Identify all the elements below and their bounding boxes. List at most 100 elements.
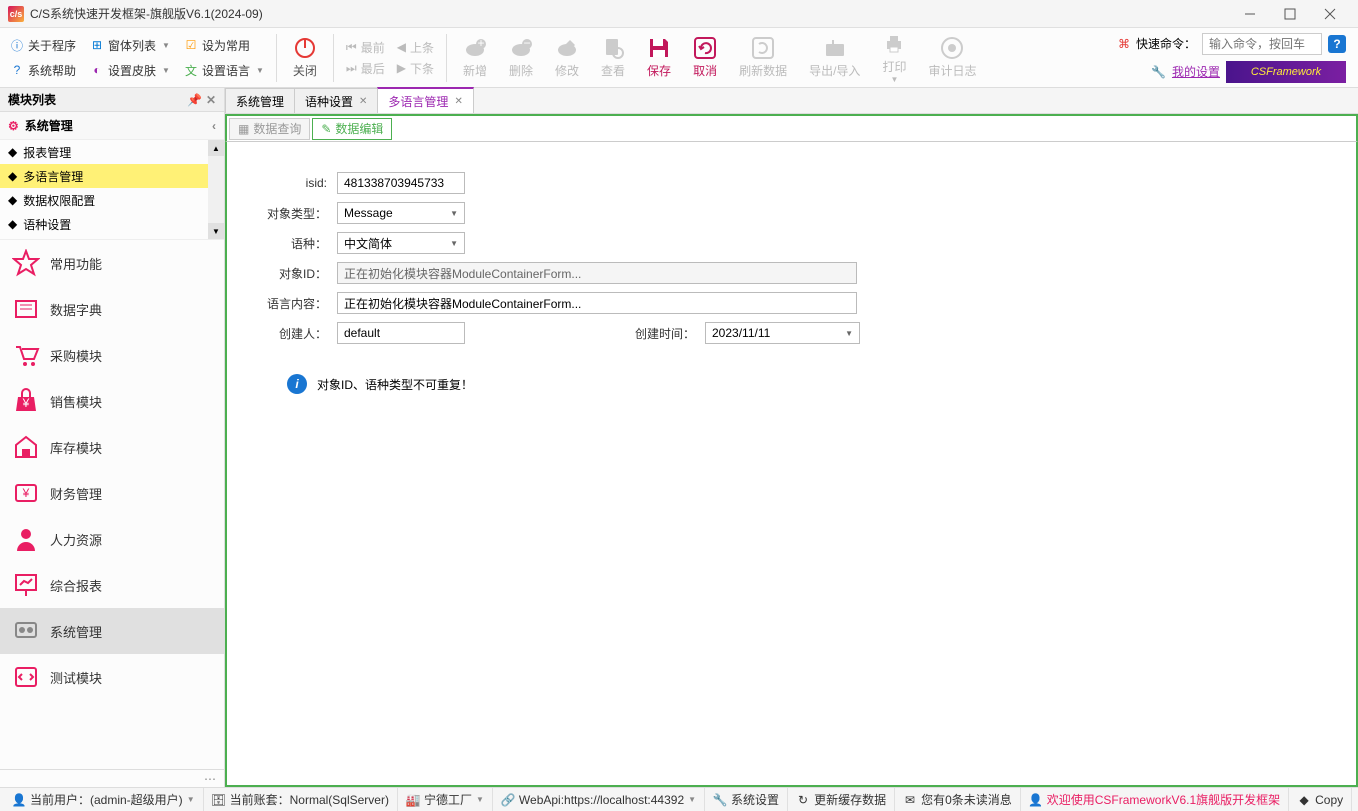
about-menu[interactable]: ⓘ关于程序	[4, 35, 82, 56]
window-list-menu[interactable]: ⊞窗体列表▼	[84, 35, 176, 56]
isid-input[interactable]	[337, 172, 465, 194]
windows-icon: ⊞	[90, 38, 104, 52]
star-icon	[12, 249, 40, 277]
close-tool-button[interactable]: 关闭	[283, 32, 327, 83]
status-webapi[interactable]: 🔗WebApi:https://localhost:44392▼	[493, 788, 705, 811]
save-button[interactable]: 保存	[637, 32, 681, 83]
scroll-down-icon[interactable]: ▼	[208, 223, 224, 239]
maximize-button[interactable]	[1270, 0, 1310, 28]
tree-item-langset[interactable]: ◆语种设置	[0, 212, 224, 236]
sidebar-section[interactable]: ⚙ 系统管理 ‹	[0, 112, 224, 140]
module-report[interactable]: 综合报表	[0, 562, 224, 608]
cart-icon	[12, 341, 40, 369]
tab-multilang[interactable]: 多语言管理✕	[377, 87, 473, 113]
link-icon: 🔗	[501, 793, 515, 807]
subtab-query[interactable]: ▦数据查询	[229, 118, 310, 140]
tree-item-multilang[interactable]: ◆ 多语言管理	[0, 164, 224, 188]
tree-item-dataperm[interactable]: ◆数据权限配置	[0, 188, 224, 212]
subtab-edit[interactable]: ✎数据编辑	[312, 118, 392, 140]
set-common-menu[interactable]: ☑设为常用	[178, 35, 256, 56]
nav-last[interactable]: ⏭最后	[340, 59, 391, 78]
lang-content-input[interactable]	[337, 292, 857, 314]
status-settings[interactable]: 🔧系统设置	[705, 788, 788, 811]
module-common[interactable]: 常用功能	[0, 240, 224, 286]
cube-icon: ◆	[8, 217, 17, 231]
scroll-track[interactable]	[208, 156, 224, 223]
status-factory[interactable]: 🏭宁德工厂▼	[398, 788, 493, 811]
status-account[interactable]: 🗄当前账套：Normal(SqlServer)	[204, 788, 398, 811]
nav-next[interactable]: ▶下条	[391, 59, 440, 78]
pin-icon[interactable]: 📌	[187, 93, 202, 107]
tree-item-report[interactable]: ◆报表管理	[0, 140, 224, 164]
quick-command-input[interactable]	[1202, 33, 1322, 55]
scroll-up-icon[interactable]: ▲	[208, 140, 224, 156]
status-unread[interactable]: ✉您有0条未读消息	[895, 788, 1021, 811]
about-label: 关于程序	[28, 37, 76, 54]
tree-item-label: 多语言管理	[23, 168, 83, 185]
add-button[interactable]: +新增	[453, 32, 497, 83]
nav-prev[interactable]: ◀上条	[391, 38, 440, 57]
close-icon[interactable]: ✕	[359, 96, 367, 107]
my-settings-link[interactable]: 我的设置	[1172, 63, 1220, 80]
status-cache[interactable]: ↻更新缓存数据	[788, 788, 895, 811]
close-button[interactable]	[1310, 0, 1350, 28]
module-test[interactable]: 测试模块	[0, 654, 224, 700]
create-time-picker[interactable]: 2023/11/11▼	[705, 322, 860, 344]
system-help-menu[interactable]: ?系统帮助	[4, 60, 82, 81]
module-sales[interactable]: ¥销售模块	[0, 378, 224, 424]
obj-type-select[interactable]: Message▼	[337, 202, 465, 224]
tab-langset[interactable]: 语种设置✕	[294, 88, 378, 113]
dropdown-icon: ▼	[162, 41, 170, 50]
nav-first[interactable]: ⏮最前	[340, 38, 391, 57]
database-icon: 🗄	[212, 793, 226, 807]
print-button[interactable]: 打印▼	[872, 28, 916, 88]
window-title: C/S系统快速开发框架-旗舰版V6.1(2024-09)	[30, 5, 1230, 22]
lang-select[interactable]: 中文简体▼	[337, 232, 465, 254]
set-common-label: 设为常用	[202, 37, 250, 54]
main-toolbar: ⓘ关于程序 ⊞窗体列表▼ ☑设为常用 ?系统帮助 ◐设置皮肤▼ 文设置语言▼ 关…	[0, 28, 1358, 88]
cancel-button[interactable]: 取消	[683, 32, 727, 83]
lang-content-label: 语言内容：	[247, 295, 337, 312]
status-welcome: 👤欢迎使用CSFrameworkV6.1旗舰版开发框架	[1021, 788, 1289, 811]
separator	[446, 34, 447, 82]
module-purchase[interactable]: 采购模块	[0, 332, 224, 378]
status-copy[interactable]: ◆Copy	[1289, 788, 1352, 811]
sidebar-overflow[interactable]: ⋯	[0, 769, 224, 787]
close-icon[interactable]: ✕	[454, 96, 462, 107]
tree-scrollbar[interactable]: ▲ ▼	[208, 140, 224, 239]
minimize-button[interactable]	[1230, 0, 1270, 28]
set-skin-menu[interactable]: ◐设置皮肤▼	[84, 60, 176, 81]
set-language-menu[interactable]: 文设置语言▼	[178, 60, 270, 81]
help-badge[interactable]: ?	[1328, 35, 1346, 53]
quick-command-label: 快速命令：	[1136, 35, 1196, 52]
form-area: isid: 对象类型： Message▼ 语种： 中文简体▼ 对象ID： 语言内…	[225, 142, 1358, 787]
modify-button[interactable]: 修改	[545, 32, 589, 83]
module-finance[interactable]: ¥财务管理	[0, 470, 224, 516]
module-inventory[interactable]: 库存模块	[0, 424, 224, 470]
svg-text:+: +	[477, 36, 484, 50]
status-user[interactable]: 👤当前用户：(admin-超级用户)▼	[4, 788, 204, 811]
module-hr[interactable]: 人力资源	[0, 516, 224, 562]
select-value: 中文简体	[344, 235, 392, 252]
module-dict[interactable]: 数据字典	[0, 286, 224, 332]
mail-icon: ✉	[903, 793, 917, 807]
svg-text:−: −	[523, 36, 530, 50]
bag-icon: ¥	[12, 387, 40, 415]
terminal-icon: ⌘	[1118, 37, 1130, 51]
module-system[interactable]: 系统管理	[0, 608, 224, 654]
creator-label: 创建人：	[247, 325, 337, 342]
refresh-button[interactable]: 刷新数据	[729, 32, 797, 83]
tab-system[interactable]: 系统管理	[225, 88, 295, 113]
close-panel-icon[interactable]: ✕	[206, 93, 216, 107]
creator-input[interactable]	[337, 322, 465, 344]
prev-icon: ◀	[397, 40, 406, 54]
import-export-button[interactable]: 导出/导入	[799, 32, 870, 83]
module-label: 库存模块	[50, 438, 102, 457]
audit-button[interactable]: 审计日志	[918, 32, 986, 83]
cube-icon: ◆	[8, 169, 17, 183]
view-button[interactable]: 查看	[591, 32, 635, 83]
sidebar-header: 模块列表 📌 ✕	[0, 88, 224, 112]
gear-icon: ⚙	[8, 119, 19, 133]
delete-button[interactable]: −删除	[499, 32, 543, 83]
subtab-label: 数据编辑	[335, 120, 383, 137]
